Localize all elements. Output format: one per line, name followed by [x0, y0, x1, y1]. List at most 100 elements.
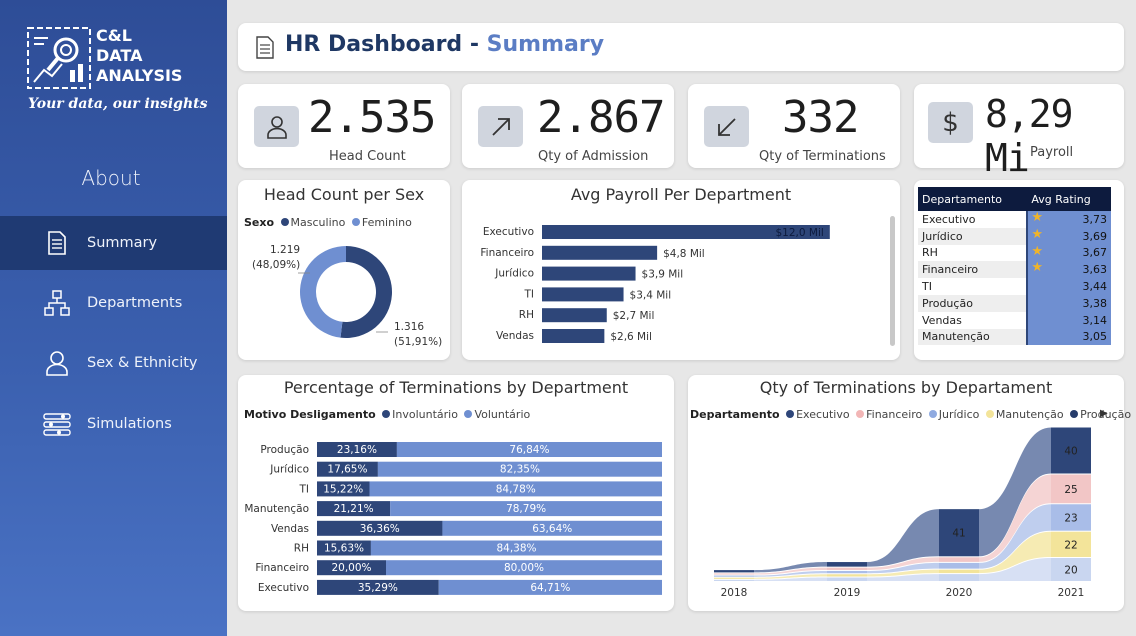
logo-magnifier-icon — [27, 27, 91, 89]
rating-dept: Produção — [918, 294, 1029, 312]
sex-donut-chart: 1.219 (48,09%) 1.316 (51,91%) — [252, 244, 442, 348]
payroll-bar[interactable] — [542, 287, 624, 302]
term-pct-category-label: Manutenção — [244, 503, 309, 515]
ribbon-column-segment[interactable] — [714, 573, 754, 575]
term-pct-label-involuntario: 21,21% — [334, 503, 374, 515]
rating-value: 3,63 — [1082, 263, 1108, 277]
kpi-terminations-value: 332 — [782, 92, 859, 143]
ribbon-column-segment[interactable] — [714, 570, 754, 573]
rating-row[interactable]: Executivo ★ 3,73 — [918, 210, 1111, 228]
payroll-bar[interactable] — [542, 329, 605, 343]
dollar-icon: $ — [928, 102, 973, 143]
ribbon-column-segment[interactable] — [714, 577, 754, 579]
star-icon: ★ — [1031, 260, 1043, 276]
rating-row[interactable]: RH ★ 3,67 — [918, 243, 1111, 262]
donut-slice-feminino — [300, 246, 346, 338]
logo-text: C&L DATA ANALYSIS — [96, 26, 182, 86]
kpi-payroll-label: Payroll — [1030, 145, 1074, 160]
term-pct-label-voluntario: 78,79% — [506, 503, 546, 515]
ribbon-column-segment[interactable] — [714, 575, 754, 577]
person-icon — [254, 106, 299, 147]
rating-row[interactable]: Financeiro ★ 3,63 — [918, 260, 1111, 279]
year-axis-label: 2021 — [1058, 587, 1085, 599]
kpi-head-count-value: 2.535 — [308, 92, 436, 143]
about-link[interactable]: About — [0, 166, 222, 190]
kpi-payroll: $ 8,29 Mi Payroll — [914, 84, 1124, 180]
kpi-admission: 2.867 Qty of Admission — [462, 84, 674, 168]
nav-summary[interactable]: Summary — [0, 216, 227, 270]
donut-slice-masculino — [340, 246, 393, 338]
rating-row[interactable]: Produção 3,38 — [918, 294, 1111, 312]
header-avg-rating[interactable]: Avg Rating — [1027, 187, 1111, 211]
rating-value: 3,69 — [1082, 229, 1108, 243]
kpi-head-count-label: Head Count — [329, 149, 406, 164]
rating-value-cell: 3,05 — [1027, 328, 1111, 346]
nav-simulations[interactable]: Simulations — [0, 397, 227, 451]
term-pct-category-label: RH — [294, 543, 309, 555]
term-pct-label-voluntario: 84,38% — [496, 543, 536, 555]
payroll-bar[interactable] — [542, 308, 607, 323]
label-masculino-pct: (51,91%) — [394, 336, 442, 348]
rating-value-cell: ★ 3,67 — [1027, 243, 1111, 262]
rating-value-cell: ★ 3,73 — [1027, 210, 1111, 228]
rating-row[interactable]: Jurídico ★ 3,69 — [918, 226, 1111, 245]
ribbon-column-segment[interactable] — [714, 579, 754, 581]
star-icon: ★ — [1031, 210, 1043, 225]
ribbon-column-segment[interactable] — [827, 562, 867, 567]
nav-departments-label: Departments — [87, 295, 183, 311]
rating-table-header: Departamento Avg Rating — [918, 187, 1111, 211]
label-masculino-value: 1.316 — [394, 321, 424, 333]
rating-row[interactable]: Vendas 3,14 — [918, 311, 1111, 329]
ribbon-column-segment[interactable] — [827, 574, 867, 577]
rating-row[interactable]: Manutenção 3,05 — [918, 328, 1111, 346]
term-pct-label-involuntario: 15,63% — [324, 543, 364, 555]
ribbon-column-segment[interactable] — [827, 567, 867, 570]
org-chart-icon — [40, 290, 74, 316]
term-pct-category-label: Jurídico — [269, 464, 309, 476]
term-pct-label-involuntario: 15,22% — [323, 483, 363, 495]
year-axis-label: 2019 — [834, 587, 861, 599]
nav-sex-ethnicity-label: Sex & Ethnicity — [87, 355, 198, 371]
logo-line1: C&L — [96, 26, 132, 45]
term-pct-label-involuntario: 20,00% — [331, 562, 371, 574]
header-departamento[interactable]: Departamento — [918, 187, 1028, 211]
ribbon-column-segment[interactable] — [827, 570, 867, 574]
term-pct-category-label: Financeiro — [255, 562, 309, 574]
rating-row[interactable]: TI 3,44 — [918, 278, 1111, 295]
ribbon-data-label: 23 — [1064, 512, 1077, 524]
sex-donut-card: Head Count per Sex Sexo Masculino Femini… — [238, 180, 450, 360]
payroll-scrollbar[interactable] — [890, 216, 895, 346]
logo-tagline: Your data, our insights — [28, 96, 208, 112]
rating-value: 3,14 — [1082, 313, 1108, 327]
term-pct-category-label: Executivo — [258, 582, 309, 594]
term-pct-label-voluntario: 84,78% — [496, 483, 536, 495]
term-qty-card: Qty of Terminations by Departament Depar… — [688, 375, 1131, 611]
payroll-bar-card: Avg Payroll Per Department Executivo $12,… — [462, 180, 900, 360]
kpi-admission-label: Qty of Admission — [538, 149, 649, 164]
term-qty-ribbon-chart: 2018 2019 2020 2021 41 40 25 23 22 20 — [714, 427, 1091, 599]
payroll-bar[interactable] — [542, 245, 658, 260]
term-pct-label-involuntario: 23,16% — [337, 444, 377, 456]
payroll-bar[interactable] — [542, 266, 636, 281]
page-header: HR Dashboard - Summary — [238, 23, 1124, 71]
page-title: HR Dashboard - Summary — [285, 32, 604, 57]
ribbon-column-segment[interactable] — [939, 569, 979, 574]
ribbon-column-segment[interactable] — [939, 557, 979, 562]
rating-dept: Jurídico — [918, 227, 1029, 245]
rating-value: 3,38 — [1082, 296, 1108, 310]
rating-value: 3,44 — [1082, 280, 1108, 294]
nav-departments[interactable]: Departments — [0, 276, 227, 330]
star-icon: ★ — [1031, 243, 1043, 259]
star-icon: ★ — [1031, 226, 1043, 242]
nav-sex-ethnicity[interactable]: Sex & Ethnicity — [0, 336, 227, 390]
term-pct-card: Percentage of Terminations by Department… — [238, 375, 674, 611]
payroll-value-label: $4,8 Mil — [663, 248, 705, 260]
payroll-value-label: $2,7 Mil — [613, 310, 655, 322]
dollar-glyph: $ — [942, 107, 959, 138]
ribbon-column-segment[interactable] — [827, 577, 867, 581]
kpi-admission-value: 2.867 — [537, 92, 665, 143]
rating-value-cell: 3,14 — [1027, 311, 1111, 329]
ribbon-column-segment[interactable] — [939, 574, 979, 581]
logo-line2: DATA — [96, 46, 143, 65]
ribbon-column-segment[interactable] — [939, 562, 979, 569]
